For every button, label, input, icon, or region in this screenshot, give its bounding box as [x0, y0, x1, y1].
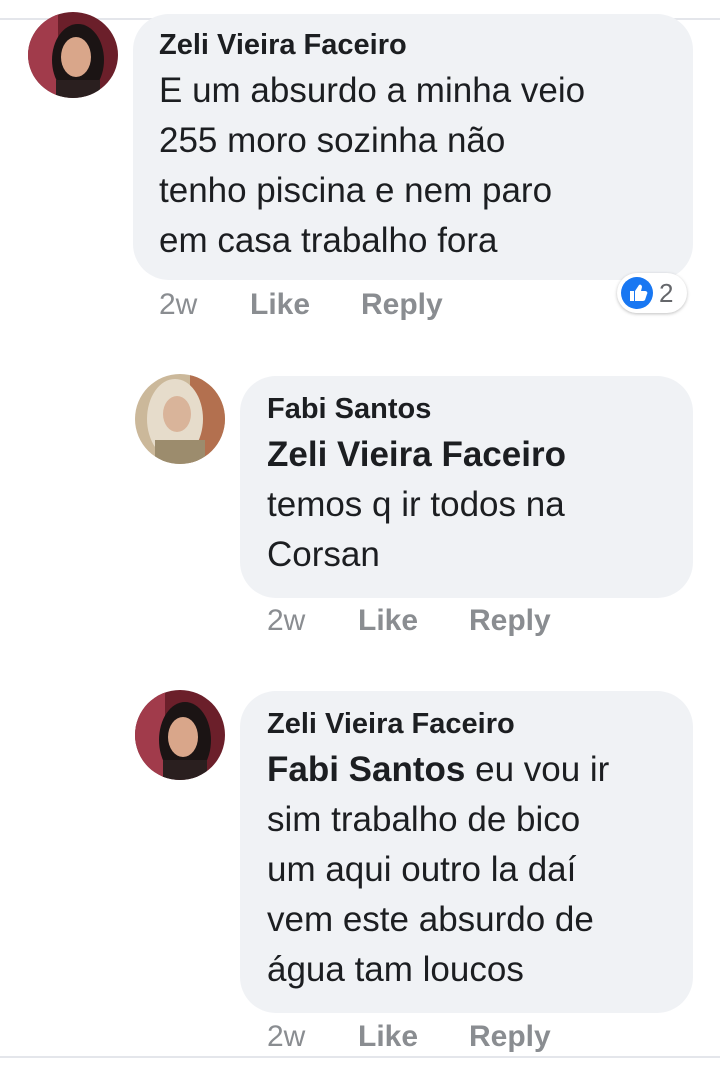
comment-time[interactable]: 2w	[267, 604, 305, 638]
mention-link[interactable]: Fabi Santos	[267, 750, 465, 789]
comment-author[interactable]: Zeli Vieira Faceiro	[267, 707, 693, 741]
reply-button[interactable]: Reply	[469, 1020, 551, 1054]
comment-author[interactable]: Fabi Santos	[267, 392, 693, 426]
comment-text-line: 255 moro sozinha não	[159, 121, 506, 160]
comment-text-line: um aqui outro la daí	[267, 850, 577, 889]
avatar[interactable]	[28, 12, 118, 98]
comment-text-line: tenho piscina e nem paro	[159, 171, 553, 210]
comment-text-line: Fabi Santos eu vou ir	[267, 745, 693, 795]
comment-author[interactable]: Zeli Vieira Faceiro	[159, 28, 693, 62]
comment-text-line: sim trabalho de bico	[267, 800, 581, 839]
comment-text-line: E um absurdo a minha veio	[159, 71, 586, 110]
comment-text-line: água tam loucos	[267, 950, 524, 989]
mention-link[interactable]: Zeli Vieira Faceiro	[267, 430, 693, 480]
avatar[interactable]	[135, 374, 225, 464]
comment-text-line: temos q ir todos na	[267, 485, 565, 524]
like-button[interactable]: Like	[358, 604, 418, 638]
avatar[interactable]	[135, 690, 225, 780]
comment-bubble: Zeli Vieira Faceiro E um absurdo a minha…	[133, 14, 693, 280]
comment-text-line: Corsan	[267, 535, 380, 574]
reaction-count: 2	[659, 278, 674, 308]
reply-button[interactable]: Reply	[361, 288, 443, 322]
like-button[interactable]: Like	[358, 1020, 418, 1054]
comment-bubble: Fabi Santos Zeli Vieira Faceiro temos q …	[240, 376, 693, 598]
comment-bubble: Zeli Vieira Faceiro Fabi Santos eu vou i…	[240, 691, 693, 1013]
reaction-badge[interactable]: 2	[617, 273, 687, 313]
comment-time[interactable]: 2w	[267, 1020, 305, 1054]
comment-text-fragment: eu vou ir	[465, 750, 610, 789]
comment-text-line: vem este absurdo de	[267, 900, 594, 939]
thumbs-up-icon	[621, 277, 653, 309]
bottom-divider	[0, 1056, 720, 1058]
comment-time[interactable]: 2w	[159, 288, 197, 322]
reply-button[interactable]: Reply	[469, 604, 551, 638]
comment-text-line: em casa trabalho fora	[159, 221, 498, 260]
like-button[interactable]: Like	[250, 288, 310, 322]
